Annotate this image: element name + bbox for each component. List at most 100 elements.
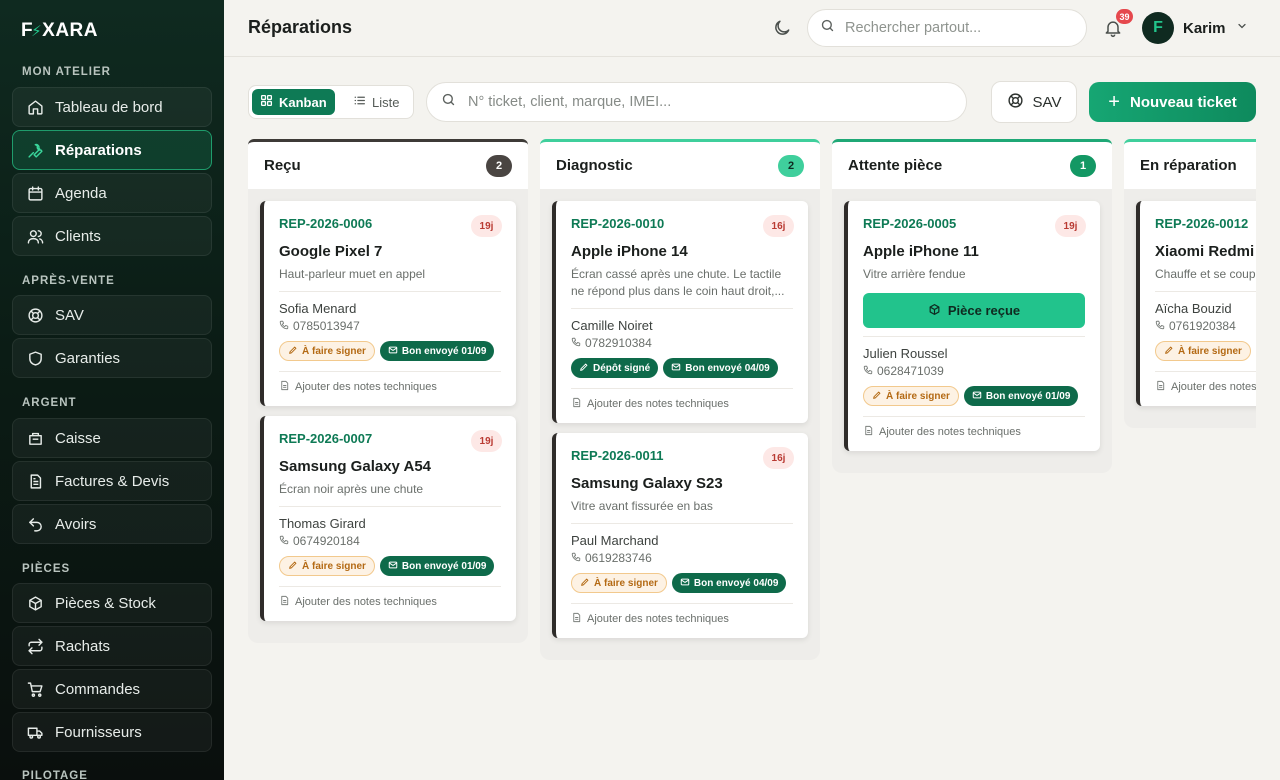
piece-received-label: Pièce reçue (947, 303, 1021, 318)
global-search[interactable] (807, 9, 1087, 47)
sidebar-item-garanties[interactable]: Garanties (12, 338, 212, 378)
add-notes-link[interactable]: Ajouter des notes techniques (571, 388, 793, 411)
status-chips: À faire signer Bon envoyé 01/09 (279, 556, 501, 576)
sidebar-item-avoirs[interactable]: Avoirs (12, 504, 212, 544)
client-name: Aïcha Bouzid (1155, 301, 1232, 316)
issue-description: Écran cassé après une chute. Le tactile … (571, 267, 785, 298)
ticket-ref[interactable]: REP-2026-0010 (571, 216, 793, 231)
sent-status-chip[interactable]: Bon envoyé 04/09 (663, 358, 778, 378)
add-notes-link[interactable]: Ajouter des notes techniques (571, 603, 793, 626)
card-divider (1155, 291, 1256, 292)
sidebar-item-commandes[interactable]: Commandes (12, 669, 212, 709)
column-count-badge: 2 (486, 154, 512, 177)
section-title: MON ATELIER (22, 66, 111, 78)
sidebar-item-caisse[interactable]: Caisse (12, 418, 212, 458)
client-phone: 0785013947 (279, 319, 501, 333)
kanban-column: Diagnostic 2 REP-2026-0010 16j Apple iPhone … (540, 139, 820, 660)
sidebar-item-tableau-de-bord[interactable]: Tableau de bord (12, 87, 212, 127)
sidebar-item-sav[interactable]: SAV (12, 295, 212, 335)
new-ticket-button[interactable]: + Nouveau ticket (1089, 82, 1256, 122)
sent-status-chip[interactable]: Bon envoyé 04/09 (671, 573, 787, 593)
sidebar-item-label: Avoirs (55, 515, 97, 533)
piece-received-button[interactable]: Pièce reçue (863, 293, 1085, 328)
chip-label: À faire signer (594, 577, 658, 589)
column-header: Reçu 2 (248, 139, 528, 189)
global-search-input[interactable] (845, 20, 1065, 36)
users-icon (26, 227, 44, 245)
list-view-button[interactable]: Liste (345, 89, 407, 115)
ticket-ref[interactable]: REP-2026-0006 (279, 216, 501, 231)
sidebar-item-label: Rachats (55, 637, 111, 655)
column-title: Diagnostic (556, 157, 633, 174)
phone-icon (863, 364, 877, 378)
repeat-icon (26, 637, 44, 655)
sent-status-chip[interactable]: Bon envoyé 01/09 (379, 556, 495, 576)
sign-status-chip[interactable]: À faire signer (571, 573, 667, 593)
shield-icon (26, 349, 44, 367)
ticket-search-input[interactable] (468, 94, 938, 110)
column-title: En réparation (1140, 157, 1237, 174)
kanban-view-button[interactable]: Kanban (252, 89, 335, 115)
sidebar-item-agenda[interactable]: Agenda (12, 173, 212, 213)
client-name: Camille Noiret (571, 318, 653, 333)
chip-label: À faire signer (302, 560, 366, 572)
repair-card[interactable]: REP-2026-0011 16j Samsung Galaxy S23 Vitre … (552, 433, 808, 638)
sidebar: F ⚡ XARA MON ATELIER Tableau de bord Répar… (0, 0, 224, 780)
ticket-ref[interactable]: REP-2026-0011 (571, 448, 793, 463)
repair-card[interactable]: REP-2026-0012 Xiaomi Redmi Note 12 Chauffe… (1136, 201, 1256, 406)
repair-card[interactable]: REP-2026-0006 19j Google Pixel 7 Haut-parle… (260, 201, 516, 406)
sidebar-item-pieces-stock[interactable]: Pièces & Stock (12, 583, 212, 623)
sent-status-chip[interactable]: Bon envoyé 01/09 (963, 386, 1079, 406)
add-notes-label: Ajouter des notes techniques (879, 426, 1021, 438)
moon-icon[interactable] (772, 18, 792, 38)
sidebar-item-label: Garanties (55, 349, 121, 367)
box-icon (26, 594, 44, 612)
sent-status-chip[interactable]: Dépôt signé (571, 358, 659, 378)
sidebar-item-reparations[interactable]: Réparations (12, 130, 212, 170)
sign-status-chip[interactable]: À faire signer (863, 386, 959, 406)
client-phone: 0674920184 (279, 534, 501, 548)
user-menu[interactable]: F Karim (1142, 12, 1248, 44)
sidebar-item-clients[interactable]: Clients (12, 216, 212, 256)
column-body: REP-2026-0005 19j Apple iPhone 11 Vitre arr… (832, 189, 1112, 473)
client-phone: 0628471039 (863, 364, 1085, 378)
ticket-search[interactable] (426, 82, 967, 122)
add-notes-link[interactable]: Ajouter des notes techniques (279, 586, 501, 609)
new-ticket-label: Nouveau ticket (1129, 93, 1237, 111)
sign-status-chip[interactable]: À faire signer (279, 556, 375, 576)
column-title: Reçu (264, 157, 301, 174)
sidebar-item-fournisseurs[interactable]: Fournisseurs (12, 712, 212, 752)
phone-number: 0785013947 (293, 319, 360, 333)
list-view-label: Liste (372, 94, 400, 110)
calendar-icon (26, 184, 44, 202)
home-icon (26, 98, 44, 116)
repair-card[interactable]: REP-2026-0005 19j Apple iPhone 11 Vitre arr… (844, 201, 1100, 451)
phone-number: 0628471039 (877, 364, 944, 378)
sign-status-chip[interactable]: À faire signer (279, 341, 375, 361)
status-chips: À faire signer Bon envoyé 01/09 (279, 341, 501, 361)
add-notes-link[interactable]: Ajouter des notes techniques (279, 371, 501, 394)
sidebar-item-rachats[interactable]: Rachats (12, 626, 212, 666)
ticket-ref[interactable]: REP-2026-0007 (279, 431, 501, 446)
search-icon (441, 92, 456, 112)
sign-status-chip[interactable]: À faire signer (1155, 341, 1251, 361)
client-name: Julien Roussel (863, 346, 948, 361)
section-title: PIÈCES (22, 563, 71, 575)
repair-card[interactable]: REP-2026-0010 16j Apple iPhone 14 Écran cas… (552, 201, 808, 423)
repair-card[interactable]: REP-2026-0007 19j Samsung Galaxy A54 Écran … (260, 416, 516, 621)
ticket-ref[interactable]: REP-2026-0012 (1155, 216, 1256, 231)
chip-label: Bon envoyé 04/09 (685, 362, 770, 374)
app-logo[interactable]: F ⚡ XARA (21, 20, 98, 42)
sidebar-item-factures-devis[interactable]: Factures & Devis (12, 461, 212, 501)
document-icon (1155, 380, 1171, 394)
sent-status-chip[interactable]: Bon envoyé 01/09 (379, 341, 495, 361)
age-badge: 19j (471, 215, 502, 237)
ticket-ref[interactable]: REP-2026-0005 (863, 216, 1085, 231)
sav-button[interactable]: SAV (991, 81, 1077, 123)
pen-icon (288, 345, 302, 358)
document-icon (571, 397, 587, 411)
add-notes-link[interactable]: Ajouter des notes techniques (863, 416, 1085, 439)
add-notes-link[interactable]: Ajouter des notes techniques (1155, 371, 1256, 394)
sidebar-item-label: SAV (55, 306, 84, 324)
phone-icon (279, 534, 293, 548)
